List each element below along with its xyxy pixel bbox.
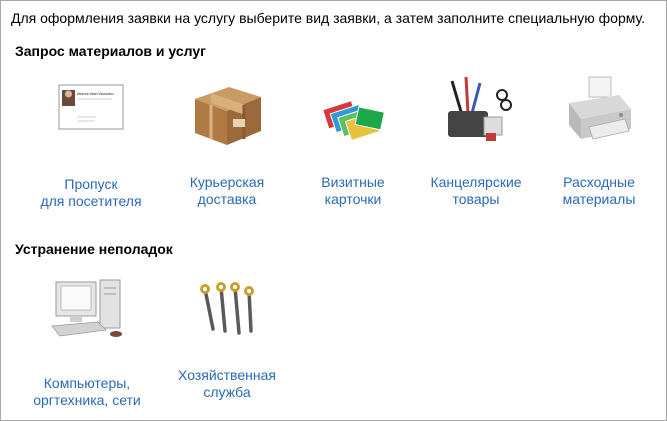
tile-maintenance[interactable]: Хозяйственная служба <box>162 277 292 401</box>
card-name: Иванов Иван Иванович <box>77 92 114 96</box>
section-title-materials: Запрос материалов и услуг <box>15 43 206 59</box>
business-card-icon: Иванов Иван Иванович <box>26 79 156 140</box>
tile-business-cards[interactable]: Визитные карточки <box>288 79 418 208</box>
business-cards-stack-icon <box>288 79 418 154</box>
tile-label: Канцелярские товары <box>430 174 522 207</box>
tile-consumables[interactable]: Расходные материалы <box>534 73 664 208</box>
tile-label: Пропуск для посетителя <box>40 176 142 209</box>
request-panel: Для оформления заявки на услугу выберите… <box>0 0 667 421</box>
intro-text: Для оформления заявки на услугу выберите… <box>11 10 646 26</box>
office-supplies-icon <box>411 73 541 154</box>
parcel-box-icon <box>162 79 292 154</box>
tile-label: Расходные материалы <box>562 174 636 207</box>
tile-visitor-pass[interactable]: Иванов Иван Иванович Пропуск для посетит… <box>26 79 156 210</box>
tile-courier-delivery[interactable]: Курьерская доставка <box>162 79 292 208</box>
tile-label: Хозяйственная служба <box>178 367 276 400</box>
wrenches-icon <box>162 277 292 348</box>
printer-icon <box>534 73 664 154</box>
section-title-troubleshooting: Устранение неполадок <box>15 241 173 257</box>
tile-office-supplies[interactable]: Канцелярские товары <box>411 73 541 208</box>
tile-computers[interactable]: Компьютеры, оргтехника, сети <box>22 272 152 409</box>
tile-label: Курьерская доставка <box>189 174 265 207</box>
tile-label: Компьютеры, оргтехника, сети <box>33 375 141 408</box>
computer-icon <box>22 272 152 349</box>
tile-label: Визитные карточки <box>321 174 385 207</box>
